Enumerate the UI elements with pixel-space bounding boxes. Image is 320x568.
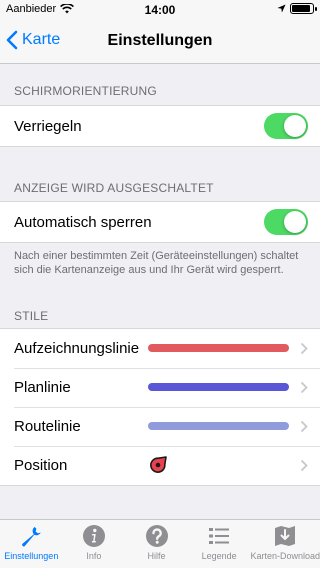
section-header-display-off: ANZEIGE WIRD AUSGESCHALTET (14, 181, 214, 195)
chevron-right-icon (300, 459, 308, 472)
auto-lock-label: Automatisch sperren (14, 213, 152, 231)
chevron-right-icon (300, 381, 308, 394)
recording-line-swatch (148, 344, 289, 352)
display-off-group: Automatisch sperren (0, 201, 320, 243)
list-icon (209, 528, 230, 544)
map-download-icon (275, 526, 296, 546)
style-row-label: Aufzeichnungslinie (14, 340, 140, 357)
route-line-swatch (148, 422, 289, 430)
battery-icon (290, 3, 317, 14)
style-row-recording-line[interactable]: Aufzeichnungslinie (0, 329, 320, 368)
styles-group: Aufzeichnungslinie Planlinie Routelinie … (0, 328, 320, 486)
plan-line-swatch (148, 383, 289, 391)
toggle-knob (284, 211, 306, 233)
orientation-group: Verriegeln (0, 105, 320, 147)
status-right (277, 3, 317, 14)
tab-info[interactable]: Info (63, 520, 126, 568)
chevron-right-icon (300, 420, 308, 433)
lock-orientation-label: Verriegeln (14, 117, 82, 135)
battery-fill (292, 5, 310, 12)
tab-label: Hilfe (147, 551, 166, 561)
section-header-orientation: SCHIRMORIENTIERUNG (14, 84, 157, 98)
chevron-right-icon (300, 342, 308, 355)
style-row-label: Planlinie (14, 379, 71, 396)
tab-map-download[interactable]: Karten-Download (250, 520, 320, 568)
style-row-route-line[interactable]: Routelinie (0, 407, 320, 446)
style-row-label: Routelinie (14, 418, 81, 435)
navigation-bar: Karte Einstellungen (0, 20, 320, 64)
position-marker-icon (150, 456, 167, 473)
help-icon (145, 525, 168, 547)
auto-lock-row: Automatisch sperren (0, 202, 320, 242)
tab-bar: Einstellungen Info Hilfe Legende Karten-… (0, 519, 320, 568)
location-arrow-icon (277, 4, 286, 13)
tab-label: Legende (201, 551, 237, 561)
wrench-icon (22, 527, 42, 547)
tab-legend[interactable]: Legende (188, 520, 251, 568)
info-icon (82, 525, 105, 547)
tab-label: Einstellungen (4, 551, 59, 561)
status-time: 14:00 (144, 3, 176, 17)
tab-help[interactable]: Hilfe (125, 520, 188, 568)
lock-orientation-toggle[interactable] (264, 113, 308, 139)
tab-settings[interactable]: Einstellungen (0, 520, 63, 568)
style-row-plan-line[interactable]: Planlinie (0, 368, 320, 407)
section-header-styles: STILE (14, 309, 49, 323)
tab-label: Karten-Download (250, 551, 320, 561)
tab-label: Info (86, 551, 102, 561)
auto-lock-toggle[interactable] (264, 209, 308, 235)
lock-orientation-row: Verriegeln (0, 106, 320, 146)
auto-lock-footer: Nach einer bestimmten Zeit (Geräteeinste… (14, 250, 299, 276)
page-title: Einstellungen (107, 32, 213, 49)
status-bar: Aanbieder 14:00 (0, 0, 320, 20)
toggle-knob (284, 115, 306, 137)
style-row-label: Position (14, 457, 68, 474)
style-row-position[interactable]: Position (0, 446, 320, 485)
